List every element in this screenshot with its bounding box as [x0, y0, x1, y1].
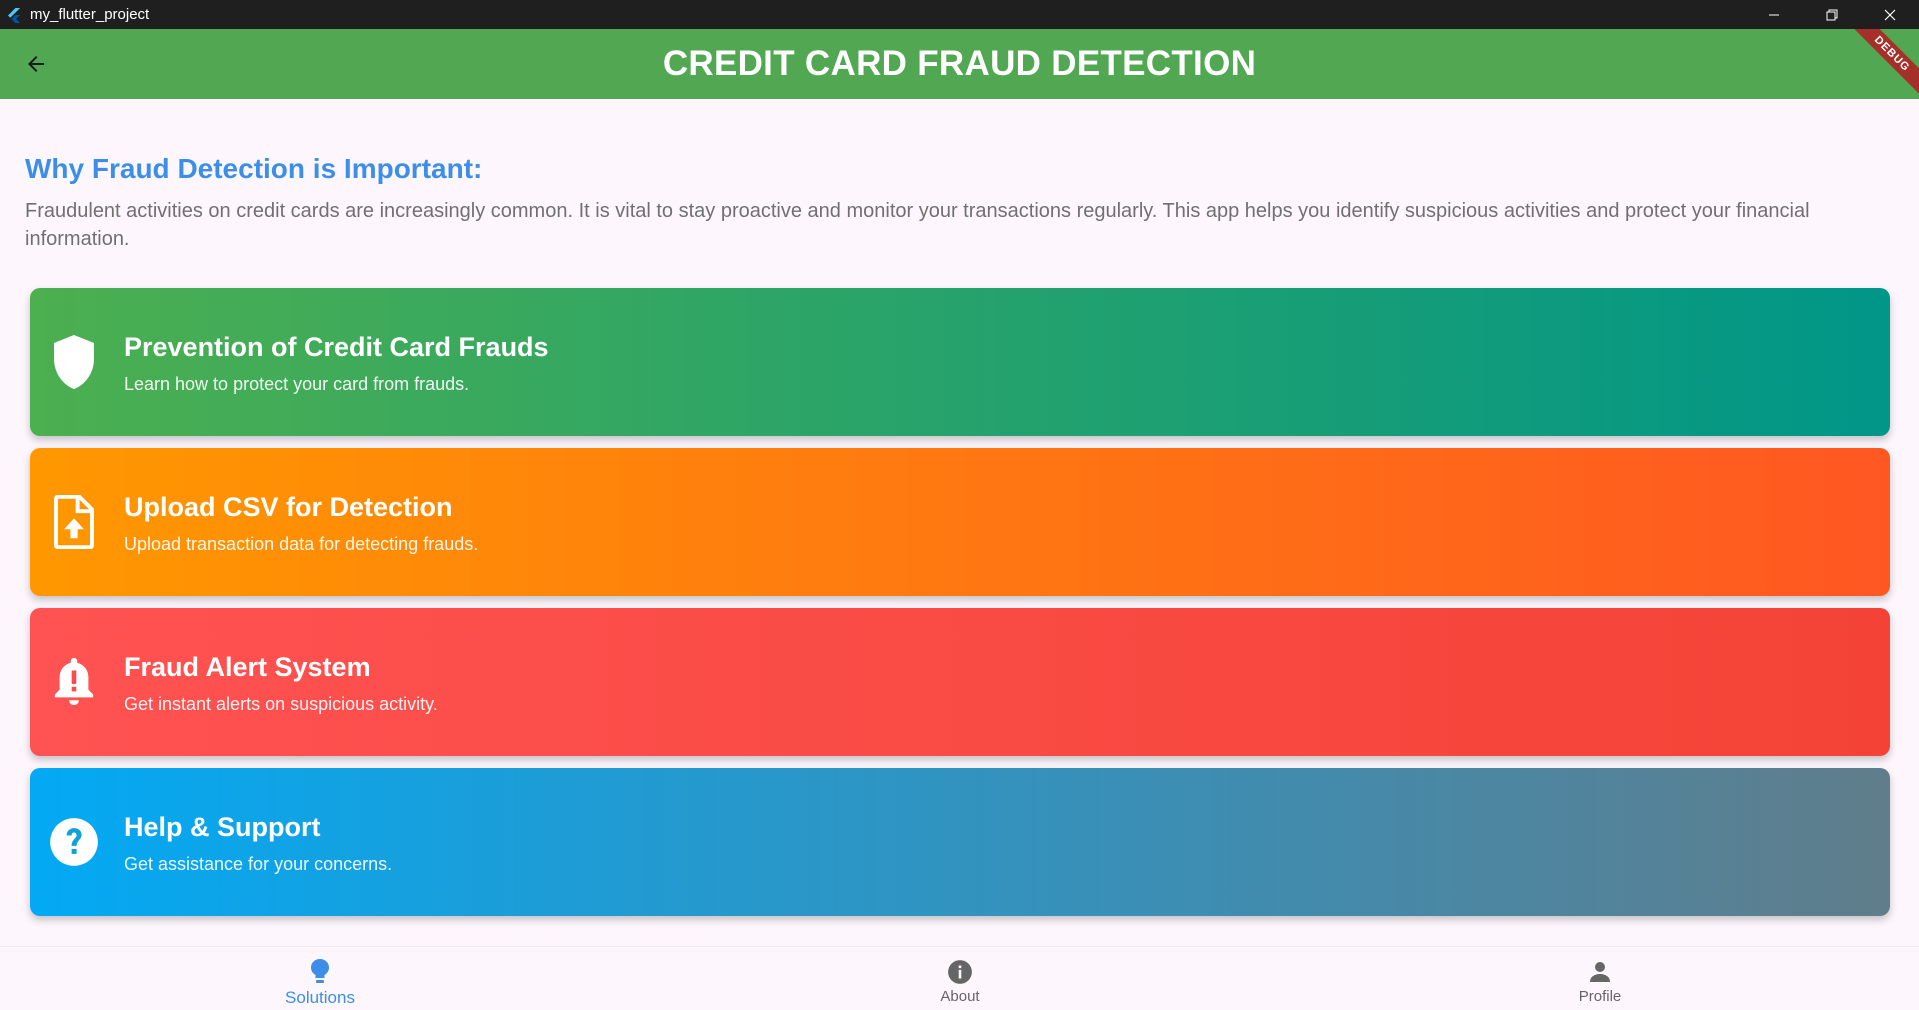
card-subtitle: Learn how to protect your card from frau… — [124, 374, 470, 394]
card-help-support[interactable]: Help & Support Get assistance for your c… — [30, 768, 1890, 916]
feature-cards: Prevention of Credit Card Frauds Learn h… — [30, 288, 1890, 928]
intro-section: Why Fraud Detection is Important: Fraudu… — [25, 99, 1895, 253]
card-title: Fraud Alert System — [124, 652, 371, 682]
shield-icon — [48, 333, 100, 391]
nav-item-solutions[interactable]: Solutions — [220, 947, 420, 1010]
bottom-navigation: Solutions About Profile — [0, 946, 1919, 1010]
card-fraud-alert[interactable]: Fraud Alert System Get instant alerts on… — [30, 608, 1890, 756]
alert-bell-icon — [48, 653, 100, 711]
card-title: Prevention of Credit Card Frauds — [124, 332, 549, 362]
card-title: Upload CSV for Detection — [124, 492, 453, 522]
upload-file-icon — [48, 493, 100, 551]
nav-label-about: About — [940, 988, 980, 1005]
section-heading: Why Fraud Detection is Important: — [25, 153, 483, 184]
window-controls — [1745, 0, 1919, 29]
window-titlebar: my_flutter_project — [0, 0, 1919, 29]
nav-item-profile[interactable]: Profile — [1500, 947, 1700, 1010]
card-subtitle: Get assistance for your concerns. — [124, 854, 393, 874]
nav-item-about[interactable]: About — [860, 947, 1060, 1010]
flutter-logo-icon — [8, 7, 21, 23]
restore-button[interactable] — [1803, 0, 1861, 29]
close-icon — [1884, 9, 1896, 20]
minimize-button[interactable] — [1745, 0, 1803, 29]
person-icon — [1586, 958, 1614, 986]
app-bar: CREDIT CARD FRAUD DETECTION DEBUG — [0, 29, 1919, 99]
nav-label-profile: Profile — [1578, 988, 1622, 1005]
restore-icon — [1826, 9, 1838, 20]
info-icon — [946, 958, 974, 986]
close-button[interactable] — [1861, 0, 1919, 29]
section-description: Fraudulent activities on credit cards ar… — [25, 200, 1810, 250]
card-title: Help & Support — [124, 812, 321, 842]
help-icon — [48, 813, 100, 871]
card-subtitle: Get instant alerts on suspicious activit… — [124, 694, 438, 714]
nav-label-solutions: Solutions — [285, 988, 355, 1007]
card-prevention[interactable]: Prevention of Credit Card Frauds Learn h… — [30, 288, 1890, 436]
card-subtitle: Upload transaction data for detecting fr… — [124, 534, 479, 554]
card-upload-csv[interactable]: Upload CSV for Detection Upload transact… — [30, 448, 1890, 596]
minimize-icon — [1769, 14, 1779, 15]
page-title: CREDIT CARD FRAUD DETECTION — [662, 44, 1257, 83]
window-title: my_flutter_project — [30, 6, 150, 23]
lightbulb-icon — [306, 958, 334, 986]
